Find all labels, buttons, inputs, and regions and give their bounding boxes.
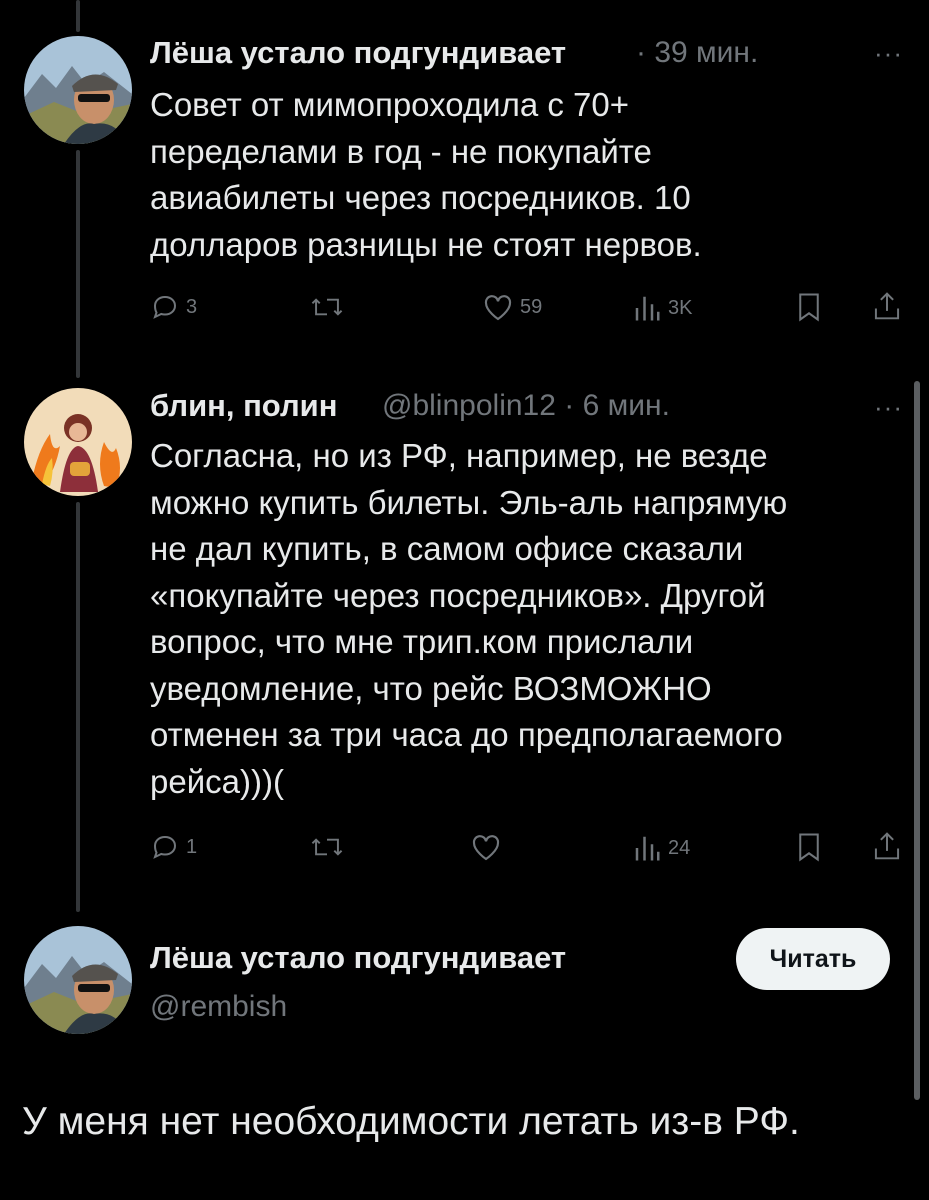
views-icon — [635, 836, 660, 861]
bookmark-button[interactable] — [796, 832, 822, 862]
like-count: 59 — [520, 295, 543, 318]
reply-icon — [153, 295, 177, 319]
like-button[interactable] — [470, 832, 508, 862]
author-handle[interactable]: @blinpolin12 — [382, 389, 556, 422]
views-icon — [635, 296, 660, 321]
share-icon — [874, 292, 900, 320]
share-button[interactable] — [872, 290, 902, 322]
heart-icon — [484, 295, 512, 321]
more-options-button[interactable]: ··· — [874, 392, 903, 423]
bookmark-icon — [799, 833, 819, 862]
more-options-button[interactable]: ··· — [874, 38, 903, 69]
reply-button[interactable]: 1 — [150, 832, 197, 862]
separator-dot: · — [636, 36, 646, 69]
views-count: 3K — [668, 296, 693, 319]
separator-dot: · — [564, 389, 575, 422]
views-button[interactable]: 24 — [632, 832, 690, 864]
timestamp[interactable]: 39 мин. — [654, 36, 758, 69]
author-name[interactable]: Лёша устало подгундивает — [150, 35, 566, 71]
avatar[interactable] — [24, 36, 132, 144]
reply-button[interactable]: 3 — [150, 292, 197, 322]
timestamp[interactable]: 6 мин. — [583, 389, 670, 422]
reply-count: 3 — [186, 295, 198, 318]
retweet-icon — [311, 838, 343, 856]
tweet-meta: · 39 мин. — [636, 36, 758, 70]
scrollbar[interactable] — [914, 381, 920, 1100]
follow-button[interactable]: Читать — [736, 928, 890, 990]
like-button[interactable]: 59 — [482, 292, 542, 322]
bookmark-icon — [799, 293, 819, 322]
author-name[interactable]: блин, полин — [150, 388, 337, 424]
views-button[interactable]: 3K — [632, 292, 692, 324]
reply-icon — [153, 835, 177, 859]
avatar[interactable] — [24, 926, 132, 1034]
post-text: У меня нет необходимости летать из-в РФ. — [22, 1100, 800, 1143]
tweet-meta: @blinpolin12 · 6 мин. — [382, 389, 670, 423]
views-count: 24 — [668, 836, 691, 859]
thread-line-1 — [76, 150, 80, 378]
thread-line-top — [76, 0, 80, 32]
thread-line-2 — [76, 502, 80, 912]
retweet-icon — [311, 298, 343, 316]
avatar[interactable] — [24, 388, 132, 496]
reply-count: 1 — [186, 835, 198, 858]
retweet-button[interactable] — [310, 292, 350, 322]
author-name[interactable]: Лёша устало подгундивает — [150, 940, 566, 976]
author-handle[interactable]: @rembish — [150, 990, 287, 1024]
bookmark-button[interactable] — [796, 292, 822, 322]
retweet-button[interactable] — [310, 832, 350, 862]
share-button[interactable] — [872, 830, 902, 862]
share-icon — [874, 832, 900, 860]
heart-icon — [472, 835, 500, 861]
tweet-text: Согласна, но из РФ, например, не везде м… — [150, 437, 788, 800]
tweet-text: Совет от мимопроходила с 70+ переделами … — [150, 86, 702, 263]
